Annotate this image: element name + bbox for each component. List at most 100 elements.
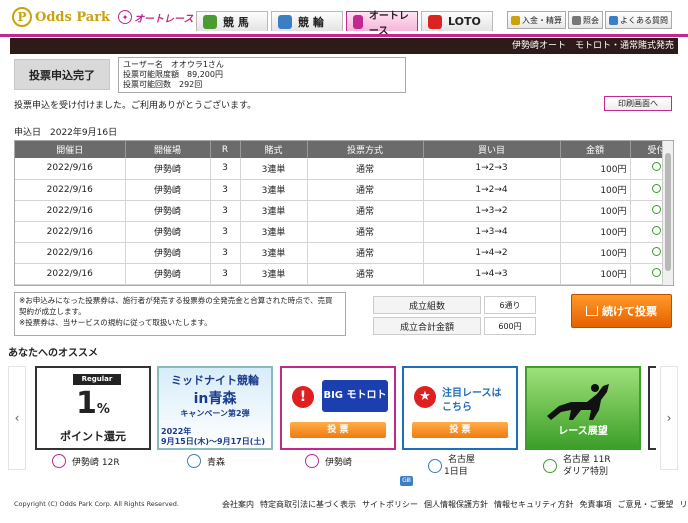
midnight-keirin-place: in青森 [193, 391, 237, 407]
tab-keiba[interactable]: 競 馬 [196, 11, 268, 31]
cell-method: 通常 [307, 158, 424, 180]
yen-icon [511, 15, 520, 25]
recommend-card-featured-race[interactable]: ★ 注目レースは こちら 投 票 [402, 366, 518, 450]
note-line-2: 契約が成立します。 [19, 307, 86, 316]
faq-icon [609, 15, 618, 25]
cell-date: 2022/9/16 [15, 242, 126, 264]
footer-link-links[interactable]: リンク [680, 499, 688, 510]
vote-count-remaining: 投票可能回数 292回 [123, 80, 203, 89]
loto-icon [428, 14, 442, 29]
keirin-icon [428, 459, 442, 473]
footer-link-feedback[interactable]: ご意見・ご要望 [618, 499, 674, 510]
table-row: 2022/9/16 伊勢崎 3 3連単 通常 1→4→2 100円 [15, 242, 673, 264]
service-tabs: 競 馬 競 輪 オートレース LOTO [196, 11, 493, 37]
featured-race-text-2: こちら [442, 402, 472, 413]
card2-venue: 青森 [207, 457, 226, 468]
card1-venue: 伊勢崎 12R [72, 457, 120, 468]
cell-bettype: 3連単 [240, 200, 308, 222]
footer-link-company[interactable]: 会社案内 [222, 499, 254, 510]
footer-link-tokushoho[interactable]: 特定商取引法に基づく表示 [260, 499, 356, 510]
card4-vote-button[interactable]: 投 票 [412, 422, 508, 438]
cell-bettype: 3連単 [240, 242, 308, 264]
cell-selection: 1→4→2 [423, 242, 561, 264]
card4-label: 名古屋 1日目 [428, 454, 475, 478]
table-row: 2022/9/16 伊勢崎 3 3連単 通常 1→4→3 100円 [15, 263, 673, 285]
faq-label: よくある質問 [620, 15, 668, 25]
footer-link-disclaimer[interactable]: 免責事項 [580, 499, 612, 510]
col-selection: 買い目 [423, 141, 561, 158]
recommend-card-points[interactable]: Regular 1% ポイント還元 [35, 366, 151, 450]
deposit-button[interactable]: 入金・精算 [507, 11, 566, 29]
cell-venue: 伊勢崎 [125, 200, 211, 222]
cell-bettype: 3連単 [240, 179, 308, 201]
bet-table: 開催日 開催場 R 賭式 投票方式 買い目 金額 受付 2022/9/16 伊勢… [14, 140, 674, 286]
note-line-3: ※投票券は、当サービスの規約に従って取扱いたします。 [19, 318, 212, 327]
continue-vote-button[interactable]: 続けて投票 [571, 294, 672, 328]
card4-venue: 名古屋 [448, 455, 476, 465]
inquiry-label: 照会 [583, 15, 599, 25]
col-date: 開催日 [15, 141, 126, 158]
carousel-next-button[interactable]: › [660, 366, 678, 470]
tab-keirin[interactable]: 競 輪 [271, 11, 343, 31]
header-divider [0, 34, 688, 37]
cell-venue: 伊勢崎 [125, 263, 211, 285]
autorace-icon [353, 14, 363, 29]
tab-loto[interactable]: LOTO [421, 11, 493, 31]
points-rate-number: 1 [76, 386, 97, 421]
card4-day: 1日目 [444, 467, 468, 477]
card3-label: 伊勢崎 [305, 454, 352, 468]
cell-bettype: 3連単 [240, 221, 308, 243]
cell-bettype: 3連単 [240, 158, 308, 180]
autorace-icon [52, 454, 66, 468]
table-scrollbar-thumb[interactable] [665, 153, 671, 271]
cell-race: 3 [210, 158, 241, 180]
table-row: 2022/9/16 伊勢崎 3 3連単 通常 1→3→2 100円 [15, 200, 673, 222]
apply-date: 申込日 2022年9月16日 [14, 128, 118, 138]
horse-icon [543, 459, 557, 473]
autorace-icon [305, 454, 319, 468]
user-info-box: ユーザー名 オオウラ1さん 投票可能限度額 89,200円 投票可能回数 292… [118, 57, 406, 93]
cell-date: 2022/9/16 [15, 221, 126, 243]
tab-autorace[interactable]: オートレース [346, 11, 418, 37]
oddspark-logo[interactable]: P Odds Park ✦ オートレース [12, 7, 194, 27]
utility-buttons: 入金・精算 照会 よくある質問 [507, 11, 672, 29]
logo-text: Odds Park [35, 9, 111, 25]
recommend-card-race-preview[interactable]: レース展望 [525, 366, 641, 450]
cell-selection: 1→3→2 [423, 200, 561, 222]
table-row: 2022/9/16 伊勢崎 3 3連単 通常 1→3→4 100円 [15, 221, 673, 243]
footer-link-security[interactable]: 情報セキュリティ方針 [494, 499, 574, 510]
cell-amount: 100円 [560, 158, 631, 180]
accepted-circle-icon [652, 267, 661, 277]
logo-mark-icon: P [12, 7, 32, 27]
tab-keirin-label: 競 輪 [298, 15, 324, 29]
race-preview-button[interactable]: レース展望 [541, 424, 625, 440]
table-row: 2022/9/16 伊勢崎 3 3連単 通常 1→2→3 100円 [15, 158, 673, 180]
accepted-circle-icon [652, 162, 661, 172]
inquiry-button[interactable]: 照会 [568, 11, 603, 29]
card3-vote-button[interactable]: 投 票 [290, 422, 386, 438]
card5-race: 名古屋 11R [563, 455, 611, 465]
footer-link-site-policy[interactable]: サイトポリシー [362, 499, 418, 510]
carousel-prev-button[interactable]: ‹ [8, 366, 26, 470]
points-rate: 1% [37, 386, 149, 421]
footer-link-privacy[interactable]: 個人情報保護方針 [424, 499, 488, 510]
recommend-card-midnight-keirin[interactable]: ミッドナイト競輪 in青森 キャンペーン第2弾 2022年 9月15日(木)～9… [157, 366, 273, 450]
logo-sub-text: オートレース [134, 13, 194, 25]
header: P Odds Park ✦ オートレース 競 馬 競 輪 オートレース LOTO… [0, 0, 688, 37]
total-amount-label: 成立合計金額 [373, 317, 481, 335]
user-name: ユーザー名 オオウラ1さん [123, 60, 224, 69]
points-return-text: ポイント還元 [60, 430, 126, 443]
cell-date: 2022/9/16 [15, 179, 126, 201]
faq-button[interactable]: よくある質問 [605, 11, 672, 29]
chevron-left-icon: ‹ [14, 411, 20, 425]
recommend-card-big-motoroto[interactable]: ! BIG モトロト 投 票 [280, 366, 396, 450]
midnight-keirin-dates: 9月15日(木)～9月17日(土) [161, 437, 266, 446]
footer-links: 会社案内 特定商取引法に基づく表示 サイトポリシー 個人情報保護方針 情報セキュ… [222, 499, 688, 510]
horse-icon [203, 14, 217, 29]
print-button[interactable]: 印刷画面へ [604, 96, 672, 111]
cell-amount: 100円 [560, 263, 631, 285]
table-scrollbar[interactable] [662, 141, 673, 285]
recommend-card-partial[interactable] [648, 366, 656, 450]
card1-label: 伊勢崎 12R [52, 454, 120, 468]
tab-keiba-label: 競 馬 [223, 15, 249, 29]
